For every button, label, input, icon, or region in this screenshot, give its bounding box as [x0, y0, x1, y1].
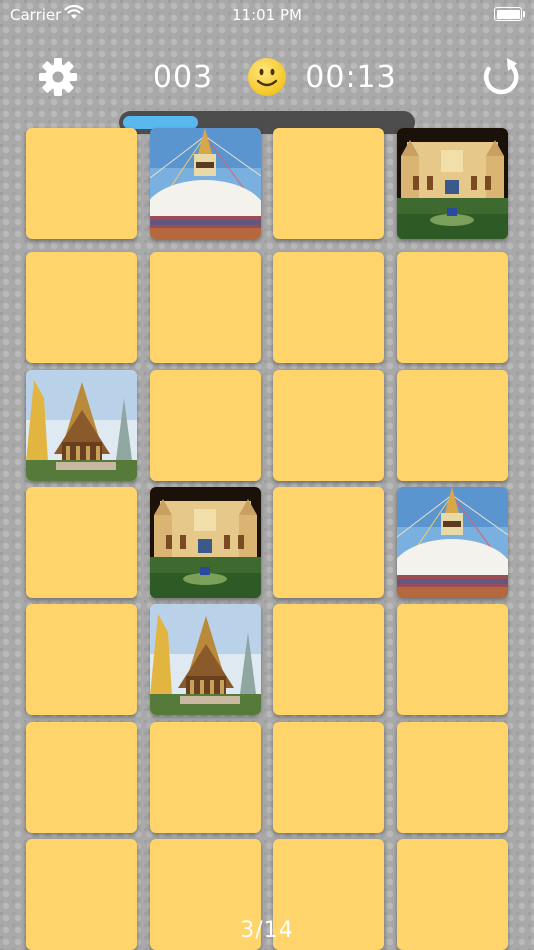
battery-icon	[494, 7, 525, 21]
card-hidden[interactable]	[273, 252, 384, 363]
card-hidden[interactable]	[273, 370, 384, 481]
card-hidden[interactable]	[273, 128, 384, 239]
card-hidden[interactable]	[397, 722, 508, 833]
restart-icon[interactable]	[480, 56, 522, 98]
card-hidden[interactable]	[26, 487, 137, 598]
card-hidden[interactable]	[150, 252, 261, 363]
card-hidden[interactable]	[26, 604, 137, 715]
timer: 00:13	[305, 60, 397, 95]
card-hidden[interactable]	[273, 604, 384, 715]
card-revealed-temple[interactable]	[150, 604, 261, 715]
card-revealed-stupa[interactable]	[397, 487, 508, 598]
card-hidden[interactable]	[26, 128, 137, 239]
card-revealed-stupa[interactable]	[150, 128, 261, 239]
score-counter: 003	[152, 60, 214, 95]
card-hidden[interactable]	[273, 487, 384, 598]
card-hidden[interactable]	[397, 252, 508, 363]
card-hidden[interactable]	[397, 370, 508, 481]
page-counter: 3/14	[240, 918, 294, 943]
card-revealed-palace[interactable]	[150, 487, 261, 598]
card-hidden[interactable]	[150, 722, 261, 833]
card-hidden[interactable]	[273, 722, 384, 833]
card-grid	[26, 128, 508, 950]
card-revealed-palace[interactable]	[397, 128, 508, 239]
game-toolbar: 003 00:13	[0, 50, 534, 110]
gear-icon[interactable]	[38, 57, 78, 97]
card-hidden[interactable]	[26, 722, 137, 833]
card-hidden[interactable]	[26, 252, 137, 363]
card-hidden[interactable]	[150, 370, 261, 481]
status-time: 11:01 PM	[232, 6, 302, 24]
smiley-icon[interactable]	[247, 57, 287, 97]
card-hidden[interactable]	[397, 604, 508, 715]
status-bar: Carrier 11:01 PM	[0, 0, 534, 30]
card-revealed-temple[interactable]	[26, 370, 137, 481]
